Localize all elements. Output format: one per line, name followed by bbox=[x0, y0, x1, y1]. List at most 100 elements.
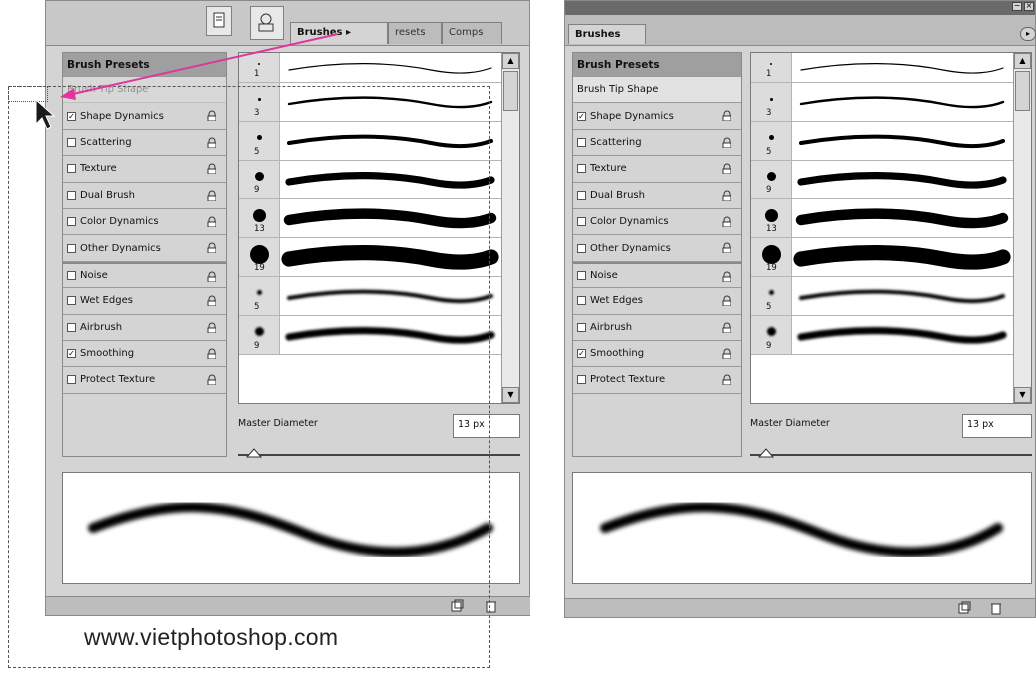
right-option-row[interactable]: Protect Texture bbox=[573, 367, 741, 394]
right-brush-preset[interactable]: 9 bbox=[751, 160, 1013, 200]
right-brush-stroke-icon bbox=[793, 245, 1011, 270]
right-brush-thumb: 5 bbox=[751, 121, 792, 160]
right-brush-preset[interactable]: 9 bbox=[751, 315, 1013, 355]
right-option-checkbox[interactable] bbox=[577, 322, 586, 332]
right-brush-thumb: 13 bbox=[751, 199, 792, 238]
right-brush-preset-grid: 1 3 5 9 13 19 5 9 ▲ ▼ bbox=[750, 52, 1032, 404]
right-brush-presets-header[interactable]: Brush Presets bbox=[573, 53, 741, 77]
right-brush-preset[interactable]: 1 bbox=[751, 53, 1013, 83]
right-scroll-down-icon[interactable]: ▼ bbox=[1014, 387, 1031, 403]
lock-icon[interactable] bbox=[722, 163, 731, 175]
right-option-row[interactable]: ✓ Smoothing bbox=[573, 341, 741, 368]
lock-icon[interactable] bbox=[722, 216, 731, 227]
right-brush-thumb: 3 bbox=[751, 83, 792, 121]
right-option-checkbox[interactable]: ✓ bbox=[577, 349, 586, 359]
right-option-label: Wet Edges bbox=[590, 295, 643, 307]
right-master-diameter-slider[interactable] bbox=[750, 448, 1032, 460]
right-brush-tip-icon bbox=[764, 208, 778, 222]
right-brush-stroke-icon bbox=[797, 326, 1007, 344]
lock-icon[interactable] bbox=[722, 271, 731, 282]
right-brush-tip-icon bbox=[766, 172, 776, 182]
lock-icon[interactable] bbox=[722, 137, 731, 148]
right-option-checkbox[interactable] bbox=[577, 243, 586, 253]
right-master-diameter-label: Master Diameter bbox=[750, 418, 830, 429]
lock-icon[interactable] bbox=[722, 374, 731, 386]
cursor-arrow-icon bbox=[35, 98, 56, 130]
right-master-diameter-value: 13 px bbox=[967, 419, 994, 430]
right-option-row[interactable]: Other Dynamics bbox=[573, 235, 741, 262]
right-option-checkbox[interactable] bbox=[577, 375, 586, 385]
right-brush-rows: 1 3 5 9 13 19 5 9 bbox=[751, 53, 1013, 355]
right-brush-thumb: 19 bbox=[751, 238, 792, 276]
right-option-checkbox[interactable] bbox=[577, 217, 586, 227]
right-option-checkbox[interactable]: ✓ bbox=[577, 111, 586, 121]
right-master-diameter-field[interactable]: 13 px bbox=[962, 414, 1032, 438]
right-brush-preset[interactable]: 19 bbox=[751, 238, 1013, 277]
lock-icon[interactable] bbox=[722, 348, 731, 359]
right-brush-size-label: 3 bbox=[766, 107, 772, 118]
right-option-row[interactable]: Scattering bbox=[573, 130, 741, 157]
right-brush-stroke-icon bbox=[799, 289, 1005, 304]
right-option-row[interactable]: Noise bbox=[573, 261, 741, 289]
right-brush-size-label: 5 bbox=[766, 146, 772, 157]
right-brush-thumb: 5 bbox=[751, 276, 792, 315]
right-option-checkbox[interactable] bbox=[577, 137, 586, 147]
right-option-label: Airbrush bbox=[590, 321, 633, 333]
right-option-row[interactable]: Airbrush bbox=[573, 315, 741, 341]
right-titlebar bbox=[565, 1, 1035, 15]
right-brush-thumb: 9 bbox=[751, 160, 792, 199]
right-brush-stroke-icon bbox=[795, 208, 1009, 229]
right-tab-brushes-label: Brushes bbox=[575, 29, 621, 40]
right-option-label: Other Dynamics bbox=[590, 242, 671, 254]
right-brush-thumb: 1 bbox=[751, 53, 792, 82]
right-brush-stroke-icon bbox=[799, 96, 1005, 109]
right-bottom-bar bbox=[565, 598, 1035, 617]
right-option-checkbox[interactable] bbox=[577, 296, 586, 306]
right-scroll-up-icon[interactable]: ▲ bbox=[1014, 53, 1031, 69]
right-brush-preset[interactable]: 13 bbox=[751, 199, 1013, 239]
right-option-row[interactable]: Dual Brush bbox=[573, 183, 741, 209]
right-option-label: Noise bbox=[590, 269, 618, 281]
right-option-checkbox[interactable] bbox=[577, 270, 586, 280]
right-brush-options-list: Brush Presets Brush Tip Shape ✓ Shape Dyn… bbox=[572, 52, 742, 457]
lock-icon[interactable] bbox=[722, 110, 731, 122]
right-new-brush-icon[interactable] bbox=[957, 601, 971, 615]
right-brush-tip-icon bbox=[768, 135, 774, 141]
right-brush-tip-icon bbox=[761, 244, 781, 264]
right-brush-preset[interactable]: 5 bbox=[751, 276, 1013, 316]
right-brush-stroke-icon bbox=[797, 171, 1007, 189]
right-brush-size-label: 19 bbox=[766, 262, 777, 273]
right-option-row[interactable]: Wet Edges bbox=[573, 288, 741, 315]
right-scroll-thumb[interactable] bbox=[1015, 71, 1030, 111]
right-brush-size-label: 13 bbox=[766, 224, 777, 235]
right-brush-presets-label: Brush Presets bbox=[577, 58, 660, 71]
right-brush-tip-icon bbox=[766, 327, 776, 337]
lock-icon[interactable] bbox=[722, 190, 731, 201]
right-trash-icon[interactable] bbox=[989, 601, 1003, 615]
right-brush-size-label: 9 bbox=[766, 185, 772, 196]
right-tab-brushes[interactable]: Brushes bbox=[568, 24, 646, 44]
right-scrollbar[interactable]: ▲ ▼ bbox=[1013, 53, 1031, 403]
right-brush-tip-shape[interactable]: Brush Tip Shape bbox=[573, 77, 741, 104]
right-minimize-icon[interactable]: − bbox=[1012, 2, 1022, 11]
right-option-checkbox[interactable] bbox=[577, 190, 586, 200]
right-option-label: Protect Texture bbox=[590, 374, 666, 386]
right-brush-stroke-icon bbox=[799, 134, 1005, 148]
right-option-label: Dual Brush bbox=[590, 189, 645, 201]
right-brush-tip-shape-label: Brush Tip Shape bbox=[577, 84, 659, 96]
lock-icon[interactable] bbox=[722, 322, 731, 333]
right-panel-menu-icon[interactable]: ▸ bbox=[1020, 27, 1036, 41]
lock-icon[interactable] bbox=[722, 295, 731, 307]
right-option-row[interactable]: Color Dynamics bbox=[573, 209, 741, 236]
right-option-label: Texture bbox=[590, 163, 627, 175]
right-option-checkbox[interactable] bbox=[577, 164, 586, 174]
right-option-row[interactable]: ✓ Shape Dynamics bbox=[573, 103, 741, 130]
lock-icon[interactable] bbox=[722, 242, 731, 254]
right-brush-stroke-icon bbox=[800, 63, 1004, 74]
right-close-icon[interactable]: × bbox=[1024, 2, 1034, 11]
right-slider-thumb-icon[interactable] bbox=[758, 448, 774, 458]
right-brush-preset[interactable]: 3 bbox=[751, 83, 1013, 122]
right-brush-preset[interactable]: 5 bbox=[751, 121, 1013, 161]
right-brush-size-label: 1 bbox=[766, 69, 772, 79]
right-option-row[interactable]: Texture bbox=[573, 156, 741, 183]
